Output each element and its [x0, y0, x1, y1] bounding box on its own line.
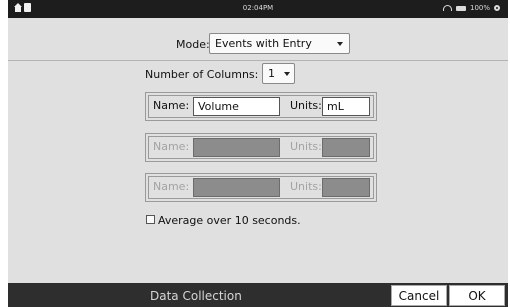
column-3-name-label: Name: [153, 180, 190, 193]
column-2-name-label: Name: [153, 140, 190, 153]
columns-value: 1 [268, 67, 275, 80]
divider [8, 60, 508, 61]
column-3-units-label: Units: [290, 180, 322, 193]
mode-label: Mode: [176, 38, 210, 51]
mode-select[interactable]: Events with Entry [209, 33, 350, 54]
column-2-name-field [193, 138, 280, 157]
column-2-units-label: Units: [290, 140, 322, 153]
battery-percent: 100% [469, 4, 490, 12]
wifi-icon [442, 5, 452, 11]
columns-label: Number of Columns: [145, 68, 259, 81]
status-indicators: 100% [442, 4, 500, 12]
column-3-units-field [322, 178, 370, 197]
average-label: Average over 10 seconds. [158, 214, 301, 227]
gear-icon[interactable] [494, 5, 500, 11]
columns-select[interactable]: 1 [262, 63, 295, 84]
chevron-down-icon [284, 72, 290, 76]
data-collection-screen: 02:04PM 100% Mode: Events with Entry Num… [0, 0, 510, 307]
column-1-name-field[interactable]: Volume [193, 97, 280, 116]
column-2-group: Name: Units: [145, 133, 377, 162]
column-1-name-label: Name: [153, 99, 190, 112]
column-3-group: Name: Units: [145, 173, 377, 202]
bottom-bar: Data Collection Cancel OK [8, 283, 508, 307]
status-time: 02:04PM [242, 4, 274, 12]
average-checkbox[interactable] [146, 215, 155, 224]
mode-value: Events with Entry [215, 37, 312, 50]
column-2-units-field [322, 138, 370, 157]
status-bar: 02:04PM 100% [8, 0, 508, 18]
column-1-units-label: Units: [290, 99, 322, 112]
column-1-units-field[interactable]: mL [322, 97, 370, 116]
chevron-down-icon [337, 42, 343, 46]
ok-button[interactable]: OK [449, 285, 505, 306]
bottom-bar-title: Data Collection [150, 289, 242, 303]
column-3-name-field [193, 178, 280, 197]
battery-icon [455, 5, 466, 11]
column-1-group: Name: Volume Units: mL [145, 92, 377, 121]
cancel-button[interactable]: Cancel [391, 285, 447, 306]
